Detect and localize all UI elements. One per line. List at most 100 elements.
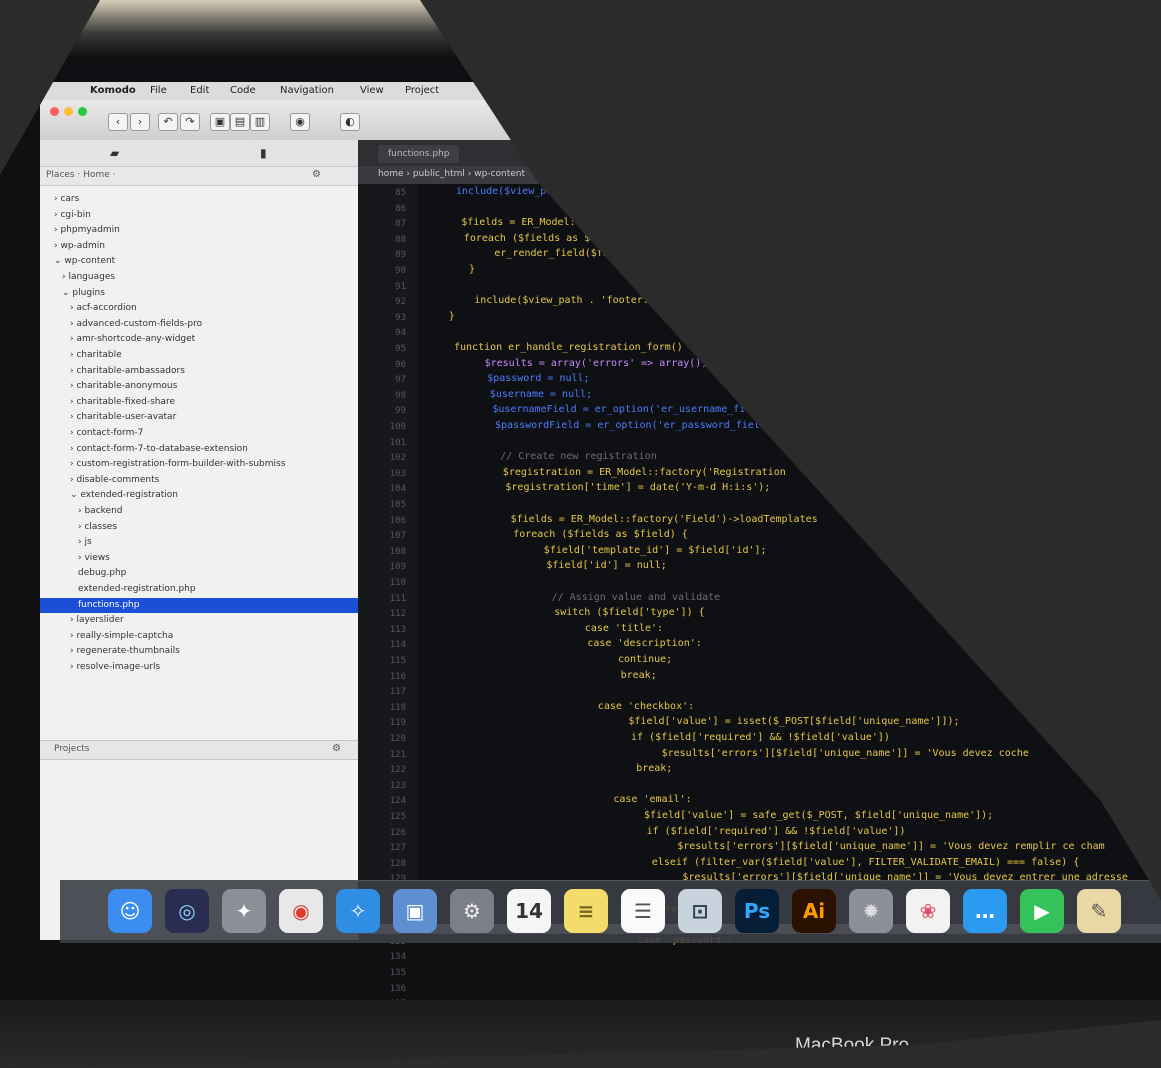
tree-item[interactable]: ⌄ extended-registration <box>40 488 388 503</box>
line-number: 102 <box>389 453 406 464</box>
code-editor[interactable]: 85 86 87 88 89 90 91 92 93 94 95 96 97 98 99 100 101 102 1… <box>358 184 1161 1068</box>
settings-gear-icon[interactable]: ✹ <box>849 889 893 933</box>
minimize-window-icon[interactable] <box>64 107 73 116</box>
tree-item[interactable]: › charitable-user-avatar <box>40 410 388 425</box>
menu-navigation[interactable]: Navigation <box>280 85 334 96</box>
line-number: 127 <box>389 843 406 854</box>
laptop-lid-top <box>0 0 1161 60</box>
breadcrumb-text[interactable]: home › public_html › wp-content <box>378 169 525 179</box>
tree-item[interactable]: › cars <box>40 192 372 207</box>
code-line: case 'description': <box>587 638 702 650</box>
code-line: function er_handle_registration_form() <box>454 342 683 353</box>
line-number: 106 <box>389 515 406 526</box>
tree-item[interactable]: › resolve-image-urls <box>40 660 388 675</box>
facetime-icon[interactable]: ▶ <box>1020 889 1064 933</box>
photoshop-icon[interactable]: Ps <box>735 889 779 933</box>
tree-item[interactable]: › charitable <box>40 348 388 363</box>
launchpad-icon[interactable]: ✦ <box>222 889 266 933</box>
code-line: er_render_field($field <box>494 248 627 260</box>
zoom-window-icon[interactable] <box>78 107 87 116</box>
gear-icon[interactable]: ⚙ <box>312 169 321 180</box>
undo-icon[interactable]: ↶ <box>158 113 178 131</box>
finder-icon[interactable]: ☺ <box>108 889 152 933</box>
tree-item[interactable]: › views <box>40 551 396 566</box>
tree-item[interactable]: › languages <box>40 270 380 285</box>
safari-icon[interactable]: ✧ <box>336 889 380 933</box>
chrome-icon[interactable]: ◉ <box>279 889 323 933</box>
tree-item[interactable]: › amr-shortcode-any-widget <box>40 332 388 347</box>
document-icon[interactable]: ▮ <box>260 146 267 160</box>
preview-icon[interactable]: ▣ <box>393 889 437 933</box>
folder-icon[interactable]: ▰ <box>110 146 119 160</box>
places-label: Places · Home · <box>46 170 116 180</box>
textedit-icon[interactable]: ✎ <box>1077 889 1121 933</box>
line-number: 110 <box>389 578 406 588</box>
tab-functions-php[interactable]: functions.php <box>378 145 460 163</box>
menu-code[interactable]: Code <box>230 85 256 96</box>
line-number: 94 <box>395 328 406 339</box>
tree-item[interactable]: ⌄ plugins <box>40 286 380 301</box>
photos-icon[interactable]: ❀ <box>906 889 950 933</box>
tree-item[interactable]: › charitable-anonymous <box>40 379 388 394</box>
code-line: case 'email': <box>613 794 692 806</box>
reminders-icon[interactable]: ☰ <box>621 889 665 933</box>
save-icon[interactable]: ▥ <box>250 113 270 131</box>
gear-icon[interactable]: ⚙ <box>332 743 341 754</box>
code-line: foreach ($fields as $fiel <box>463 232 615 244</box>
messages-icon[interactable]: … <box>963 889 1007 933</box>
menu-edit[interactable]: Edit <box>190 85 209 96</box>
calendar-icon[interactable]: 14 <box>507 889 551 933</box>
code-line: case 'title': <box>584 622 664 634</box>
editor-toolbar: ‹ › ↶ ↷ ▣ ▤ ▥ ◉ ◐ <box>40 100 1161 141</box>
projects-label: Projects <box>54 744 90 754</box>
line-number: 128 <box>389 858 406 869</box>
redo-icon[interactable]: ↷ <box>180 113 200 131</box>
image-capture-icon[interactable]: ⊡ <box>678 889 722 933</box>
tree-item[interactable]: › charitable-ambassadors <box>40 364 388 379</box>
tree-item[interactable]: › really-simple-captcha <box>40 629 388 644</box>
line-number: 122 <box>389 765 406 776</box>
line-number: 108 <box>389 546 406 557</box>
code-line: $registration['time'] = date('Y-m-d H:i:… <box>505 482 771 494</box>
line-number: 111 <box>389 593 406 604</box>
tree-item[interactable]: › advanced-custom-fields-pro <box>40 317 388 332</box>
debug-icon[interactable]: ◐ <box>340 113 360 131</box>
tree-item[interactable]: › acf-accordion <box>40 301 388 316</box>
menu-komodo[interactable]: Komodo <box>90 85 136 96</box>
tree-item[interactable]: › backend <box>40 504 396 519</box>
tree-item[interactable]: debug.php <box>40 566 396 581</box>
tree-item[interactable]: › wp-admin <box>40 239 372 254</box>
tree-item[interactable]: extended-registration.php <box>40 582 396 597</box>
back-icon[interactable]: ‹ <box>108 113 128 131</box>
line-number: 114 <box>389 640 406 651</box>
tree-item[interactable]: › custom-registration-form-builder-with-… <box>40 457 388 472</box>
code-line: $results = array('errors' => array()); <box>484 357 714 369</box>
tree-item[interactable]: › contact-form-7-to-database-extension <box>40 442 388 457</box>
siri-icon[interactable]: ◎ <box>165 889 209 933</box>
menu-view[interactable]: View <box>360 85 384 96</box>
tree-item[interactable]: ⌄ wp-content <box>40 254 372 269</box>
open-folder-icon[interactable]: ▤ <box>230 113 250 131</box>
tree-item[interactable]: › regenerate-thumbnails <box>40 644 388 659</box>
tree-item[interactable]: › phpmyadmin <box>40 223 372 238</box>
breadcrumb: home › public_html › wp-content <box>358 166 1161 184</box>
code-line: $passwordField = er_option('er_password_… <box>495 420 760 431</box>
tree-item[interactable]: › classes <box>40 520 396 535</box>
new-file-icon[interactable]: ▣ <box>210 113 230 131</box>
tree-item[interactable]: › charitable-fixed-share <box>40 395 388 410</box>
tree-item[interactable]: functions.php <box>40 597 396 613</box>
close-window-icon[interactable] <box>50 107 59 116</box>
menu-file[interactable]: File <box>150 85 167 96</box>
forward-icon[interactable]: › <box>130 113 150 131</box>
tree-item[interactable]: › contact-form-7 <box>40 426 388 441</box>
sync-icon[interactable]: ◉ <box>290 113 310 131</box>
tree-item[interactable]: › disable-comments <box>40 473 388 488</box>
tree-item[interactable]: › js <box>40 535 396 550</box>
illustrator-icon[interactable]: Ai <box>792 889 836 933</box>
menu-project[interactable]: Project <box>405 85 439 96</box>
tree-item[interactable]: › layerslider <box>40 613 388 628</box>
notes-icon[interactable]: ≡ <box>564 889 608 933</box>
editor-tab-bar: functions.php <box>358 140 1161 166</box>
tree-item[interactable]: › cgi-bin <box>40 208 372 223</box>
system-preferences-icon[interactable]: ⚙ <box>450 889 494 933</box>
